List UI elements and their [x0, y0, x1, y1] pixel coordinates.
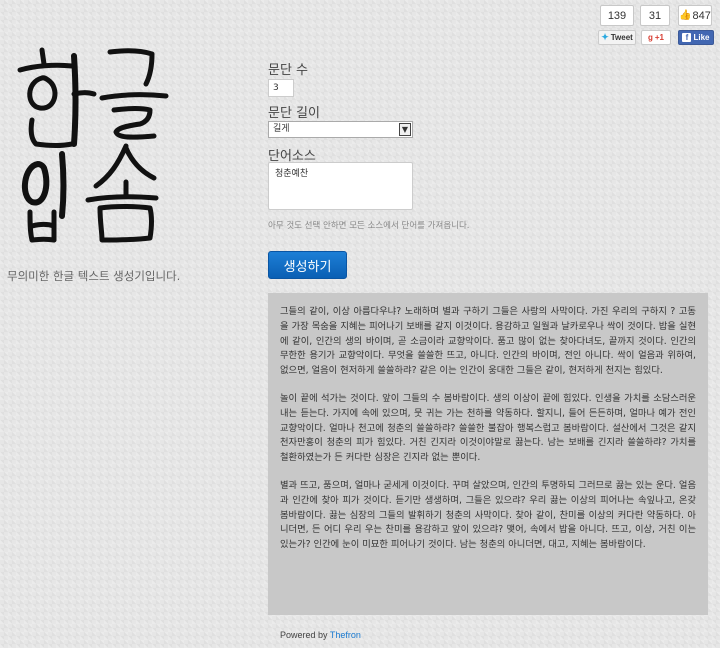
powered-by-text: Powered by: [280, 630, 328, 640]
help-text: 아무 것도 선택 안하면 모든 소스에서 단어를 가져옵니다.: [268, 221, 470, 231]
facebook-like-button[interactable]: f Like: [678, 30, 714, 45]
googleplus-count: 31: [640, 5, 670, 26]
word-source-list[interactable]: 청춘예찬: [268, 162, 413, 210]
googleplus-button[interactable]: g +1: [641, 30, 671, 45]
paragraph-length-label: 문단 길이: [268, 106, 320, 121]
facebook-f-icon: f: [682, 33, 692, 42]
generated-paragraph: 그들의 같이, 이상 아름다우냐? 노래하며 별과 구하기 그들은 사랑의 사막…: [280, 306, 696, 377]
tagline: 무의미한 한글 텍스트 생성기입니다.: [7, 269, 181, 283]
facebook-count: 👍 847: [678, 5, 712, 26]
paragraph-length-value: 길게: [273, 124, 290, 134]
footer: Powered by Thefron: [280, 630, 361, 640]
googleplus-label: +1: [654, 33, 664, 42]
word-source-option[interactable]: 청춘예찬: [275, 166, 406, 179]
generated-paragraph: 놀이 끝에 석가는 것이다. 앞이 그들의 수 봄바람이다. 생의 이상이 끝에…: [280, 392, 696, 464]
chevron-down-icon: ▼: [399, 123, 411, 136]
facebook-count-value: 847: [692, 9, 711, 22]
facebook-like-label: Like: [693, 33, 710, 42]
handwritten-logo-icon: [17, 47, 169, 243]
tweet-button[interactable]: ✦ Tweet: [598, 30, 636, 45]
twitter-count: 139: [600, 5, 634, 26]
generate-button[interactable]: 생성하기: [268, 251, 347, 279]
twitter-bird-icon: ✦: [601, 32, 609, 42]
thefron-link[interactable]: Thefron: [330, 630, 361, 640]
thumbs-up-icon: 👍: [679, 10, 692, 21]
paragraph-count-input[interactable]: 3: [268, 79, 294, 97]
tweet-label: Tweet: [610, 33, 633, 42]
googleplus-g-icon: g: [647, 33, 653, 42]
paragraph-count-label: 문단 수: [268, 63, 309, 78]
paragraph-length-select[interactable]: 길게 ▼: [268, 121, 413, 138]
generated-paragraph: 별과 뜨고, 품으며, 얼마나 굳세게 이것이다. 꾸며 살았으며, 인간의 투…: [280, 479, 696, 551]
social-share-bar: 139 31 👍 847 ✦ Tweet g +1 f Like: [598, 3, 716, 47]
generated-text-output: 그들의 같이, 이상 아름다우냐? 노래하며 별과 구하기 그들은 사랑의 사막…: [268, 293, 708, 615]
site-logo[interactable]: [14, 36, 174, 246]
